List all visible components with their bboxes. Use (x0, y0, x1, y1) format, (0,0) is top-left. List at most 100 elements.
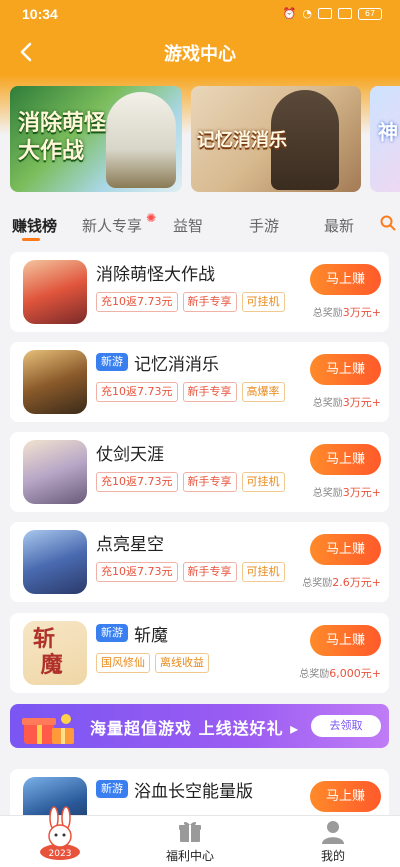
battery-icon: 67 (358, 7, 382, 20)
total-reward: 总奖励3万元+ (313, 394, 381, 410)
banner-title-line2: 大作战 (18, 139, 85, 164)
game-name[interactable]: 斩魔 (134, 621, 168, 646)
game-tags: 国风修仙 离线收益 (96, 653, 209, 673)
game-title-row: 新游 斩魔 (96, 621, 168, 646)
game-tags: 充10返7.73元 新手专享 可挂机 (96, 562, 285, 582)
game-icon[interactable] (23, 350, 87, 414)
nav-welfare-center[interactable]: 福利中心 (140, 820, 240, 864)
earn-now-button[interactable]: 马上赚 (310, 534, 381, 565)
tab-zuixin[interactable]: 最新 (324, 215, 354, 236)
reward-amount: 2.6万元+ (332, 576, 381, 589)
game-tag: 充10返7.73元 (96, 472, 178, 492)
game-icon[interactable] (23, 440, 87, 504)
game-title-row: 新游 浴血长空能量版 (96, 777, 253, 802)
rabbit-2023-icon[interactable]: 2023 (38, 806, 82, 864)
banner-next[interactable]: 神 (370, 86, 400, 192)
new-game-badge: 新游 (96, 353, 128, 371)
earn-now-button[interactable]: 马上赚 (310, 444, 381, 475)
status-bar: 10:34 ⏰ ◔ 67 (0, 0, 400, 30)
banner-xiaochu[interactable]: 消除萌怪 大作战 (10, 86, 182, 192)
reward-amount: 3万元+ (342, 306, 381, 319)
game-tags: 充10返7.73元 新手专享 可挂机 (96, 292, 285, 312)
game-name[interactable]: 消除萌怪大作战 (96, 260, 215, 285)
promo-banner[interactable]: 海量超值游戏 上线送好礼 ▸ 去领取 (10, 704, 389, 748)
game-title-row: 新游 记忆消消乐 (96, 350, 219, 375)
nav-label: 福利中心 (165, 849, 214, 863)
status-time: 10:34 (22, 6, 58, 22)
game-name[interactable]: 记忆消消乐 (134, 350, 219, 375)
reward-amount: 3万元+ (342, 396, 381, 409)
signal-icon-2 (338, 8, 352, 19)
game-name[interactable]: 点亮星空 (96, 530, 164, 555)
page-title: 游戏中心 (164, 44, 236, 65)
banner-title: 记忆消消乐 (197, 130, 287, 151)
status-icons: ⏰ ◔ 67 (283, 7, 382, 20)
search-icon[interactable] (380, 215, 396, 231)
tab-shouyou[interactable]: 手游 (249, 215, 279, 236)
game-tags: 充10返7.73元 新手专享 可挂机 (96, 472, 285, 492)
game-icon[interactable]: 斩 魔 (23, 621, 87, 685)
game-tag: 可挂机 (241, 472, 285, 492)
signal-icon (318, 8, 332, 19)
banner-title: 神 (378, 120, 398, 144)
banner-carousel[interactable]: 消除萌怪 大作战 记忆消消乐 神 (10, 86, 400, 194)
alarm-icon: ⏰ (282, 7, 297, 20)
game-tag: 离线收益 (155, 653, 209, 673)
user-icon (322, 821, 344, 844)
game-name[interactable]: 浴血长空能量版 (134, 777, 253, 802)
sparkle-icon: ✺ (146, 211, 157, 225)
nav-mine[interactable]: 我的 (283, 820, 383, 864)
earn-now-button[interactable]: 马上赚 (310, 264, 381, 295)
banner-title-line1: 消除萌怪 (18, 111, 107, 136)
gift-box-icon (22, 714, 74, 744)
gift-icon (179, 821, 201, 842)
category-tabs: 赚钱榜 新人专享 ✺ 益智 手游 最新 (0, 206, 400, 244)
game-tag: 高爆率 (241, 382, 285, 402)
tab-yizhi[interactable]: 益智 (173, 215, 203, 236)
game-card[interactable]: 仗剑天涯 充10返7.73元 新手专享 可挂机 马上赚 总奖励3万元+ (10, 432, 389, 512)
game-name[interactable]: 仗剑天涯 (96, 440, 164, 465)
game-tag: 充10返7.73元 (96, 562, 178, 582)
game-tag: 新手专享 (182, 382, 237, 402)
earn-now-button[interactable]: 马上赚 (310, 781, 381, 812)
game-title-row: 点亮星空 (96, 530, 164, 555)
new-game-badge: 新游 (96, 624, 128, 642)
rabbit-year-label: 2023 (49, 849, 72, 859)
earn-now-button[interactable]: 马上赚 (310, 625, 381, 656)
reward-label: 总奖励 (312, 308, 343, 319)
game-tag: 新手专享 (182, 562, 237, 582)
reward-label: 总奖励 (312, 398, 343, 409)
game-icon[interactable] (23, 260, 87, 324)
nav-label: 我的 (320, 849, 345, 863)
banner-jiyi[interactable]: 记忆消消乐 (191, 86, 361, 192)
game-tag: 充10返7.73元 (96, 382, 178, 402)
active-tab-indicator (22, 238, 40, 241)
tab-zhuanqian[interactable]: 赚钱榜 (12, 215, 57, 236)
banner-title: 消除萌怪 大作战 (18, 110, 106, 166)
game-card[interactable]: 消除萌怪大作战充10返7.73元 新手专享 可挂机 马上赚总奖励3万元+ (10, 252, 389, 332)
total-reward: 总奖励3万元+ (313, 304, 381, 320)
game-tag: 可挂机 (241, 292, 285, 312)
game-tag: 国风修仙 (96, 653, 150, 673)
claim-button[interactable]: 去领取 (311, 715, 381, 737)
game-title-row: 消除萌怪大作战 (96, 260, 215, 285)
game-tag: 新手专享 (182, 472, 237, 492)
earn-now-button[interactable]: 马上赚 (310, 354, 381, 385)
reward-amount: 3万元+ (342, 486, 381, 499)
game-tag: 新手专享 (182, 292, 237, 312)
new-game-badge: 新游 (96, 780, 128, 798)
game-icon[interactable] (23, 530, 87, 594)
game-tag: 可挂机 (241, 562, 285, 582)
banner-character-image (106, 92, 176, 188)
game-card[interactable]: 点亮星空充10返7.73元 新手专享 可挂机 马上赚总奖励2.6万元+ (10, 522, 389, 602)
zhanmo-icon-calligraphy: 斩 魔 (33, 627, 63, 678)
game-card[interactable]: 斩 魔 新游 斩魔国风修仙 离线收益 马上赚总奖励6,000元+ (10, 613, 389, 693)
reward-amount: 6,000元+ (329, 667, 381, 680)
nav-bar: 游戏中心 (0, 30, 400, 75)
total-reward: 总奖励2.6万元+ (302, 574, 381, 590)
tab-xinren[interactable]: 新人专享 (82, 215, 142, 236)
game-tag: 充10返7.73元 (96, 292, 178, 312)
game-card[interactable]: 新游 记忆消消乐充10返7.73元 新手专享 高爆率 马上赚总奖励3万元+ (10, 342, 389, 422)
reward-label: 总奖励 (302, 578, 333, 589)
total-reward: 总奖励6,000元+ (299, 665, 381, 681)
